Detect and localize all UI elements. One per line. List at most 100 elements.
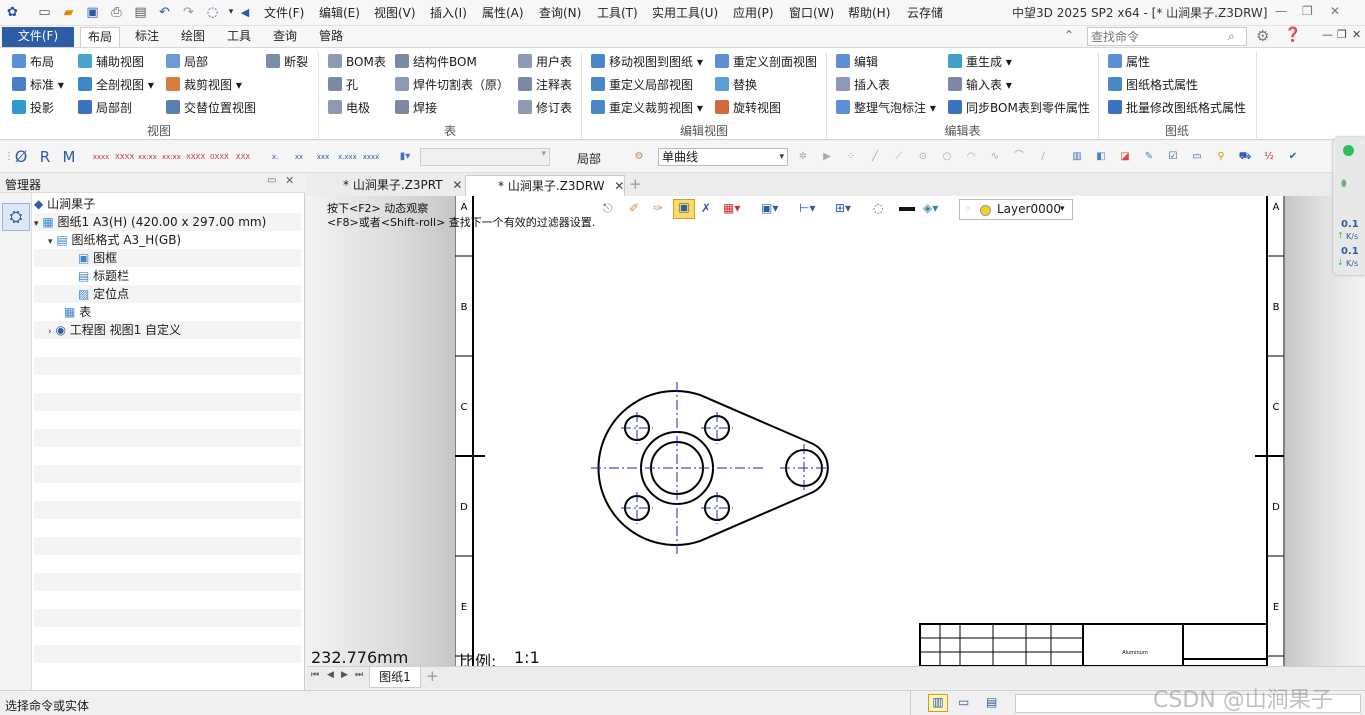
- play-icon[interactable]: ▶: [818, 149, 836, 165]
- import-table-button[interactable]: 输入表 ▾: [948, 75, 1012, 95]
- tab-layout[interactable]: 布局: [80, 27, 120, 47]
- minimize-button[interactable]: —: [1275, 3, 1287, 19]
- undo-icon[interactable]: ↶: [156, 4, 173, 21]
- tree-item-sheet1[interactable]: ▾ ▦ 图纸1 A3(H) (420.00 x 297.00 mm): [34, 213, 301, 231]
- tree-item-anchor[interactable]: ▨ 定位点: [34, 285, 301, 303]
- break-view-button[interactable]: 断裂: [266, 52, 308, 72]
- first-sheet-icon[interactable]: ⏮: [311, 670, 319, 680]
- regenerate-button[interactable]: 重生成 ▾: [948, 52, 1012, 72]
- collapse-ribbon-icon[interactable]: ⌃: [1064, 28, 1074, 42]
- format-properties-button[interactable]: 图纸格式属性: [1108, 75, 1198, 95]
- open-folder-icon[interactable]: ▰: [60, 4, 77, 21]
- alt-position-button[interactable]: 交替位置视图: [166, 98, 256, 118]
- xx-xxx-icon[interactable]: xx:xx: [162, 149, 181, 165]
- settings-gear-icon[interactable]: ⚙: [1256, 27, 1269, 45]
- doc-close-button[interactable]: ✕: [1352, 28, 1361, 41]
- xxxx-box-icon[interactable]: XXXX: [115, 149, 134, 165]
- snap-gear-icon[interactable]: ✲: [794, 149, 812, 165]
- help-icon[interactable]: ❓: [1284, 27, 1301, 43]
- regen-icon[interactable]: ◌: [204, 4, 221, 21]
- display-mode-icon[interactable]: ▭: [958, 695, 969, 709]
- arc-icon[interactable]: ◠: [962, 149, 980, 165]
- quick-access-dropdown-icon[interactable]: ▾: [226, 4, 236, 21]
- note-table-button[interactable]: 注释表: [518, 75, 572, 95]
- tree-item-table[interactable]: ▦ 表: [34, 303, 301, 321]
- line-icon[interactable]: ╱: [866, 149, 884, 165]
- menu-window[interactable]: 窗口(W): [789, 5, 834, 21]
- center-circle-icon[interactable]: ⊙: [914, 149, 932, 165]
- sheet-tab-1[interactable]: 图纸1: [369, 667, 421, 688]
- points-icon[interactable]: ⁘: [842, 149, 860, 165]
- list-mode-icon[interactable]: ▤: [986, 695, 997, 709]
- menu-help[interactable]: 帮助(H): [848, 5, 890, 21]
- pencil-view-icon[interactable]: ✎: [1140, 149, 1158, 165]
- arrange-balloon-button[interactable]: 整理气泡标注 ▾: [836, 98, 936, 118]
- xxxx-decimal-icon[interactable]: x.xxx: [338, 149, 357, 165]
- close-panel-icon[interactable]: ✕: [285, 174, 294, 187]
- menu-tools[interactable]: 工具(T): [597, 5, 638, 21]
- rotate-view-button[interactable]: 旋转视图: [715, 98, 781, 118]
- expand-chevron-icon[interactable]: ▾: [48, 237, 53, 247]
- grip-handle-icon[interactable]: ⋮: [4, 149, 14, 165]
- tab-annotate[interactable]: 标注: [128, 27, 166, 47]
- line-type-select[interactable]: 单曲线 ▾: [658, 148, 788, 166]
- user-table-button[interactable]: 用户表: [518, 52, 572, 72]
- search-icon[interactable]: ⌕: [1228, 29, 1235, 44]
- redo-icon[interactable]: ↷: [180, 4, 197, 21]
- tab-query[interactable]: 查询: [266, 27, 304, 47]
- save-all-icon[interactable]: ▤: [132, 4, 149, 21]
- aux-view-button[interactable]: 辅助视图: [78, 52, 144, 72]
- scope-filter-icon[interactable]: ⚙: [630, 149, 648, 165]
- insert-table-button[interactable]: 插入表: [836, 75, 890, 95]
- x-subscript-icon[interactable]: x.: [266, 149, 284, 165]
- close-tab-icon[interactable]: ✕: [452, 178, 462, 192]
- rectangle-icon[interactable]: ▭: [1188, 149, 1206, 165]
- pin-panel-icon[interactable]: ▭: [267, 175, 276, 186]
- hole-table-button[interactable]: 孔: [328, 75, 358, 95]
- menu-cloud[interactable]: 云存储: [907, 5, 943, 21]
- checkbox-icon[interactable]: ☑: [1164, 149, 1182, 165]
- close-button[interactable]: ✕: [1330, 3, 1340, 19]
- xxx-icon[interactable]: xxx: [314, 149, 332, 165]
- partial-section-button[interactable]: 局部剖: [78, 98, 132, 118]
- oxxxx-icon[interactable]: 0XXX: [210, 149, 229, 165]
- boxed-xxxx-icon[interactable]: XXXX: [186, 149, 205, 165]
- print-icon[interactable]: ⎙: [108, 4, 125, 21]
- crop-view-button[interactable]: 裁剪视图 ▾: [166, 75, 242, 95]
- move-view-button[interactable]: 移动视图到图纸 ▾: [591, 52, 703, 72]
- redefine-detail-button[interactable]: 重定义局部视图: [591, 75, 693, 95]
- view-block-icon[interactable]: ▥: [1068, 149, 1086, 165]
- menu-view[interactable]: 视图(V): [374, 5, 416, 21]
- tab-file[interactable]: 文件(F): [2, 27, 74, 47]
- redefine-section-button[interactable]: 重定义剖面视图: [715, 52, 817, 72]
- menu-utilities[interactable]: 实用工具(U): [652, 5, 718, 21]
- spline-icon[interactable]: ∿: [986, 149, 1004, 165]
- command-search-input[interactable]: [1088, 28, 1218, 45]
- measure-car-icon[interactable]: ⛟: [1236, 149, 1254, 165]
- add-sheet-icon[interactable]: +: [426, 667, 439, 685]
- menu-apply[interactable]: 应用(P): [733, 5, 774, 21]
- history-tree-tab-icon[interactable]: ⛭: [2, 203, 30, 231]
- electrode-table-button[interactable]: 电极: [328, 98, 370, 118]
- new-tab-icon[interactable]: +: [629, 175, 642, 193]
- arc-three-icon[interactable]: ⌒: [1010, 149, 1028, 165]
- replace-button[interactable]: 替换: [715, 75, 757, 95]
- detail-view-button[interactable]: 局部: [166, 52, 208, 72]
- diameter-icon[interactable]: Ø: [12, 149, 30, 165]
- sync-bom-button[interactable]: 同步BOM表到零件属性: [948, 98, 1090, 118]
- angle-line-icon[interactable]: ⟋: [890, 149, 908, 165]
- menu-attribute[interactable]: 属性(A): [482, 5, 524, 21]
- tree-item-part[interactable]: ◆ 山涧果子: [34, 195, 301, 213]
- next-sheet-icon[interactable]: ▶: [341, 670, 348, 680]
- projection-button[interactable]: 投影: [12, 98, 54, 118]
- xxxx-icon[interactable]: xxxx: [92, 149, 110, 165]
- expand-chevron-icon[interactable]: ▾: [34, 219, 39, 229]
- sheet-properties-button[interactable]: 属性: [1108, 52, 1150, 72]
- m-icon[interactable]: M: [60, 149, 78, 165]
- save-icon[interactable]: ▣: [84, 4, 101, 21]
- circle-icon[interactable]: ○: [938, 149, 956, 165]
- red-cube-icon[interactable]: ◪: [1116, 149, 1134, 165]
- xx-xx-icon[interactable]: xx:xx: [138, 149, 157, 165]
- redefine-crop-button[interactable]: 重定义裁剪视图 ▾: [591, 98, 703, 118]
- new-file-icon[interactable]: ▭: [36, 4, 53, 21]
